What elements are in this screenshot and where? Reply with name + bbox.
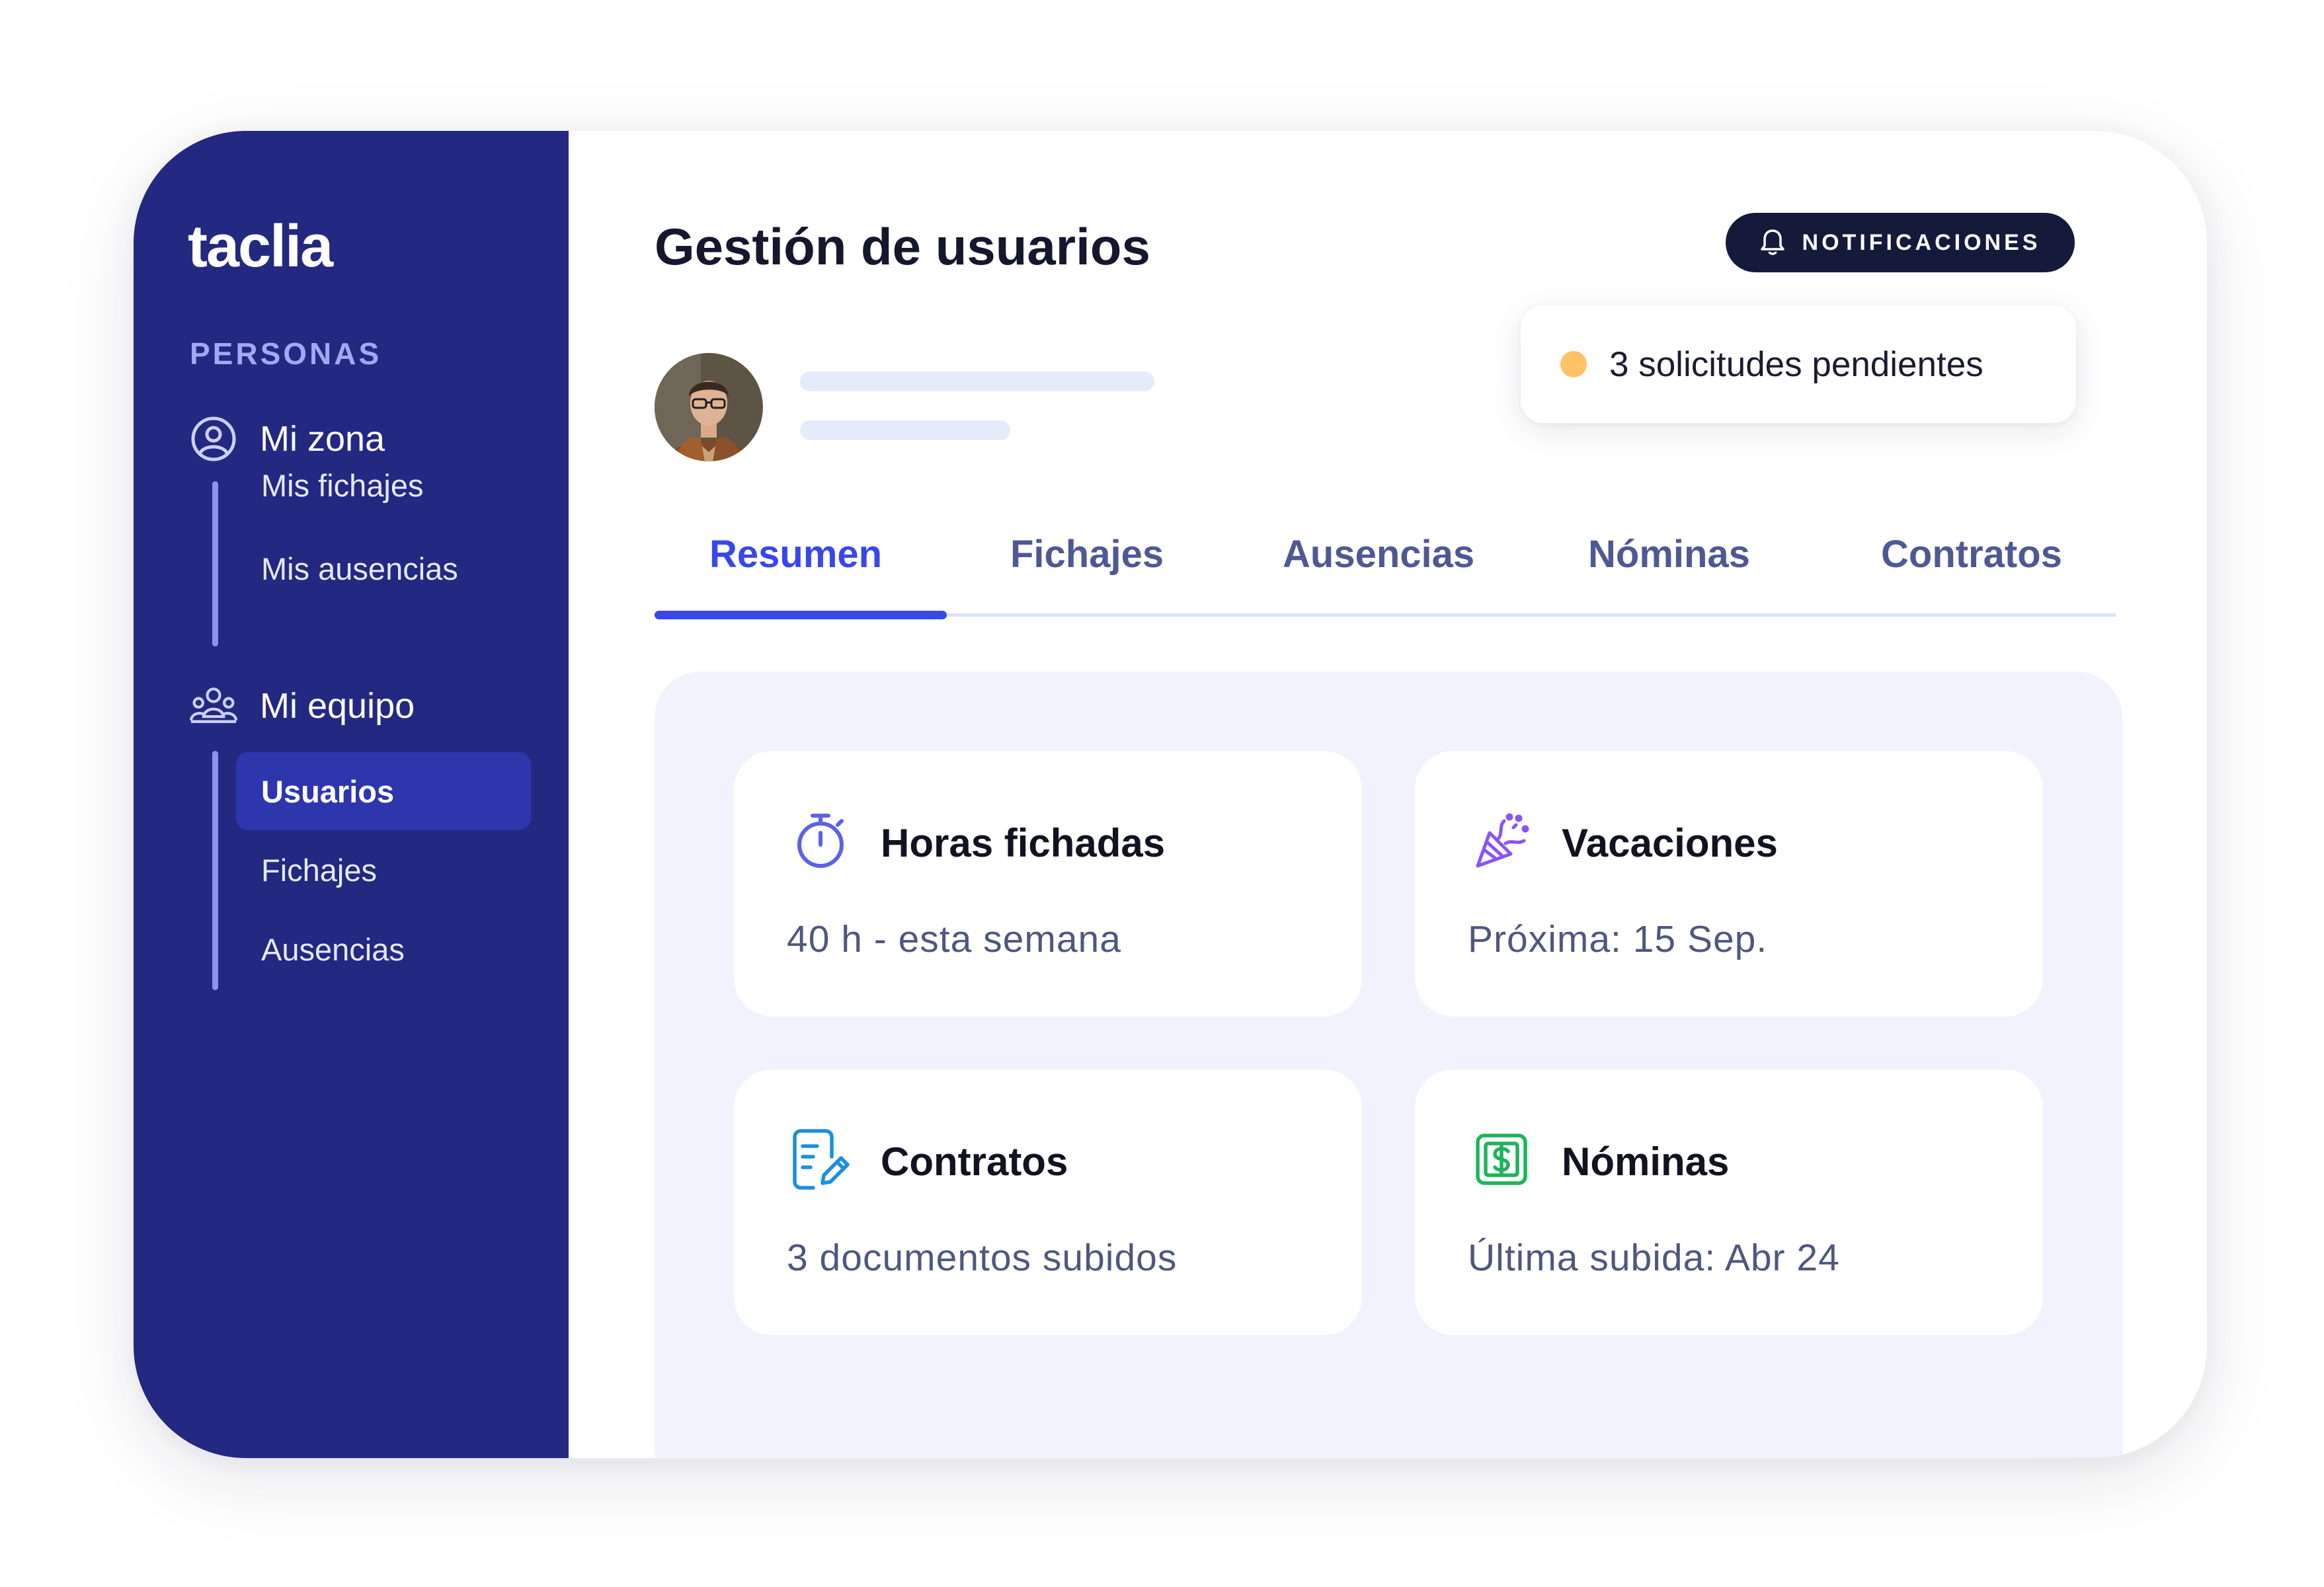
notifications-label: NOTIFICACIONES bbox=[1802, 229, 2041, 255]
app-logo[interactable]: taclia bbox=[188, 213, 333, 281]
pending-requests-card[interactable]: 3 solicitudes pendientes bbox=[1521, 305, 2076, 423]
document-edit-icon bbox=[790, 1129, 851, 1190]
skeleton-line bbox=[800, 420, 1010, 440]
tab-nominas[interactable]: Nóminas bbox=[1588, 521, 1750, 587]
avatar[interactable] bbox=[655, 353, 763, 461]
bell-icon bbox=[1760, 228, 1785, 258]
sidebar-item-ausencias[interactable]: Ausencias bbox=[236, 923, 405, 976]
user-circle-icon bbox=[190, 415, 237, 463]
dollar-bill-icon bbox=[1471, 1129, 1532, 1190]
page-title: Gestión de usuarios bbox=[655, 217, 1150, 276]
card-vacaciones[interactable]: Vacaciones Próxima: 15 Sep. bbox=[1415, 751, 2043, 1017]
tab-contratos[interactable]: Contratos bbox=[1881, 521, 2062, 587]
card-description: Última subida: Abr 24 bbox=[1468, 1237, 1840, 1279]
summary-panel: Horas fichadas 40 h - esta semana Vacaci… bbox=[655, 672, 2122, 1458]
card-title: Horas fichadas bbox=[881, 821, 1166, 865]
card-contratos[interactable]: Contratos 3 documentos subidos bbox=[734, 1069, 1362, 1335]
skeleton-line bbox=[800, 371, 1154, 391]
pending-requests-text: 3 solicitudes pendientes bbox=[1609, 344, 1983, 384]
sidebar-rail bbox=[212, 481, 218, 646]
card-horas-fichadas[interactable]: Horas fichadas 40 h - esta semana bbox=[734, 751, 1362, 1017]
sidebar-item-fichajes[interactable]: Fichajes bbox=[236, 843, 377, 896]
notifications-button[interactable]: NOTIFICACIONES bbox=[1726, 213, 2075, 272]
sidebar-group-label: Mi equipo bbox=[260, 686, 415, 726]
card-description: 3 documentos subidos bbox=[787, 1237, 1178, 1279]
app-window: taclia PERSONAS Mi zona Mis fichajes Mis… bbox=[134, 131, 2207, 1458]
card-nominas[interactable]: Nóminas Última subida: Abr 24 bbox=[1415, 1069, 2043, 1335]
tab-bar: Resumen Fichajes Ausencias Nóminas Contr… bbox=[655, 501, 2116, 620]
tab-ausencias[interactable]: Ausencias bbox=[1283, 521, 1474, 587]
stopwatch-icon bbox=[790, 810, 851, 871]
card-title: Vacaciones bbox=[1562, 821, 1778, 865]
sidebar-rail bbox=[212, 751, 218, 990]
active-tab-indicator bbox=[655, 611, 947, 619]
tab-resumen[interactable]: Resumen bbox=[709, 521, 882, 587]
tab-fichajes[interactable]: Fichajes bbox=[1010, 521, 1164, 587]
sidebar-group-mi-zona[interactable]: Mi zona bbox=[190, 412, 385, 465]
sidebar-group-label: Mi zona bbox=[260, 419, 385, 459]
sidebar-section-label: PERSONAS bbox=[190, 336, 382, 371]
sidebar: taclia PERSONAS Mi zona Mis fichajes Mis… bbox=[134, 131, 569, 1458]
sidebar-item-mis-ausencias[interactable]: Mis ausencias bbox=[236, 542, 458, 595]
sidebar-group-mi-equipo[interactable]: Mi equipo bbox=[190, 679, 415, 732]
card-title: Nóminas bbox=[1562, 1140, 1730, 1184]
card-description: Próxima: 15 Sep. bbox=[1468, 918, 1768, 960]
sidebar-item-usuarios[interactable]: Usuarios bbox=[236, 752, 531, 830]
team-icon bbox=[190, 682, 237, 730]
sidebar-item-mis-fichajes[interactable]: Mis fichajes bbox=[236, 459, 424, 512]
party-popper-icon bbox=[1471, 810, 1532, 871]
card-title: Contratos bbox=[881, 1140, 1068, 1184]
card-description: 40 h - esta semana bbox=[787, 918, 1121, 960]
status-dot bbox=[1560, 351, 1587, 377]
